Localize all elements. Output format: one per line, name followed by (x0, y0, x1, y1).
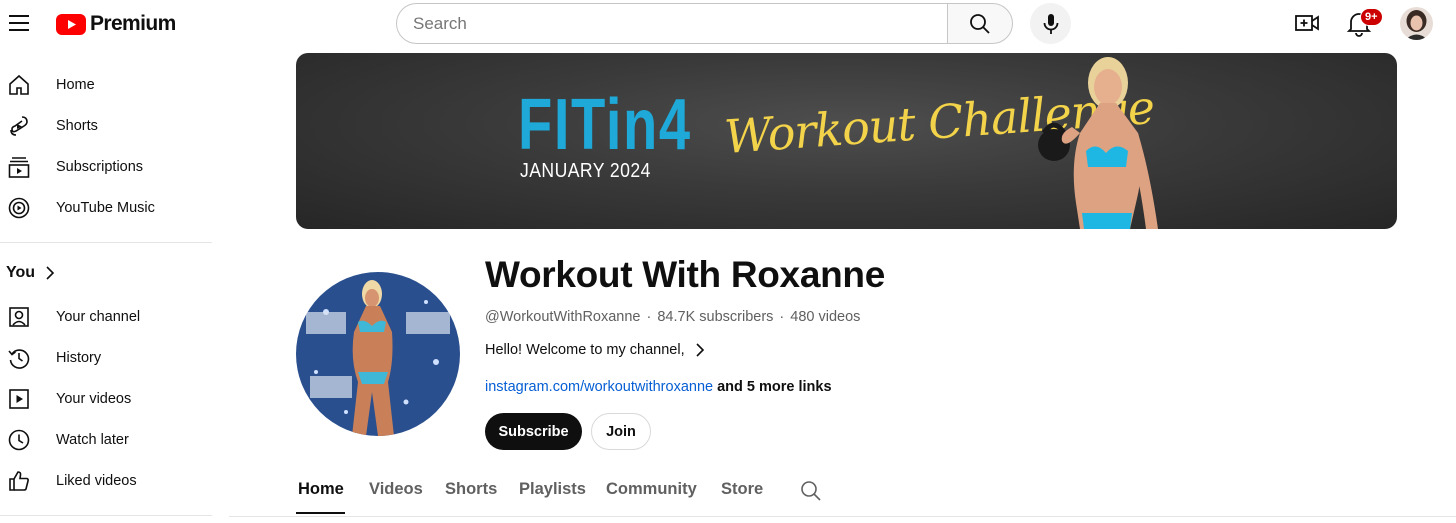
youtube-premium-logo[interactable]: Premium (56, 12, 176, 36)
tab-store[interactable]: Store (721, 480, 763, 499)
microphone-icon (1043, 13, 1058, 34)
create-video-icon[interactable] (1294, 10, 1320, 36)
youtube-music-icon (8, 197, 30, 219)
tab-shorts[interactable]: Shorts (445, 480, 497, 499)
sidebar-you-heading[interactable]: You (6, 264, 55, 282)
sidebar-item-label: Your channel (56, 309, 141, 325)
sidebar-item-history[interactable]: History (0, 338, 212, 378)
sidebar-item-liked-videos[interactable]: Liked videos (0, 461, 212, 501)
channel-description[interactable]: Hello! Welcome to my channel, (485, 342, 705, 358)
channel-search-icon[interactable] (800, 480, 822, 502)
history-icon (8, 349, 30, 369)
your-videos-icon (9, 389, 29, 409)
search-button[interactable] (947, 3, 1013, 44)
sidebar-item-subscriptions[interactable]: Subscriptions (0, 147, 212, 187)
subscriptions-icon (8, 157, 30, 178)
more-links-button[interactable]: and 5 more links (717, 379, 831, 395)
sidebar-item-your-channel[interactable]: Your channel (0, 297, 212, 337)
channel-avatar[interactable] (296, 272, 460, 436)
active-tab-indicator (296, 512, 345, 514)
sidebar-item-label: Your videos (56, 391, 132, 407)
voice-search-button[interactable] (1030, 3, 1071, 44)
tab-playlists[interactable]: Playlists (519, 480, 586, 499)
search-icon (970, 13, 990, 34)
your-channel-icon (9, 307, 29, 327)
channel-description-text: Hello! Welcome to my channel, (485, 342, 685, 358)
sidebar-item-label: Home (56, 77, 95, 93)
sidebar-item-youtube-music[interactable]: YouTube Music (0, 188, 212, 228)
meta-separator: · (779, 309, 785, 325)
channel-banner: FITin4 JANUARY 2024 Workout Challenge (296, 53, 1397, 229)
home-icon (9, 74, 29, 95)
channel-handle: @WorkoutWithRoxanne (485, 309, 641, 325)
sidebar-divider (0, 515, 212, 516)
tab-videos[interactable]: Videos (369, 480, 423, 499)
sidebar-item-your-videos[interactable]: Your videos (0, 379, 212, 419)
meta-separator: · (646, 309, 652, 325)
channel-title: Workout With Roxanne (485, 254, 885, 295)
tabs-divider (229, 516, 1456, 517)
sidebar-item-shorts[interactable]: Shorts (0, 106, 212, 146)
chevron-right-icon (46, 266, 55, 280)
sidebar-divider (0, 242, 212, 243)
search-input[interactable] (396, 3, 947, 44)
subscribe-button[interactable]: Subscribe (485, 413, 582, 450)
sidebar-item-home[interactable]: Home (0, 65, 212, 105)
video-count: 480 videos (790, 309, 861, 325)
channel-links: instagram.com/workoutwithroxanne and 5 m… (485, 379, 832, 395)
sidebar-item-label: YouTube Music (56, 200, 155, 216)
menu-icon[interactable] (8, 12, 30, 34)
sidebar-item-label: Shorts (56, 118, 98, 134)
sidebar-item-label: Subscriptions (56, 159, 144, 175)
liked-videos-icon (9, 471, 29, 491)
join-button[interactable]: Join (591, 413, 651, 450)
sidebar-item-label: Watch later (56, 432, 129, 448)
notifications-badge: 9+ (1360, 8, 1383, 26)
banner-date: JANUARY 2024 (520, 160, 651, 182)
banner-model-image (1038, 57, 1158, 229)
sidebar-item-label: Liked videos (56, 473, 137, 489)
instagram-link[interactable]: instagram.com/workoutwithroxanne (485, 379, 713, 395)
sidebar-item-label: History (56, 350, 102, 366)
channel-meta: @WorkoutWithRoxanne · 84.7K subscribers … (485, 309, 860, 325)
chevron-right-icon (696, 343, 704, 357)
youtube-play-logo-icon (56, 13, 86, 35)
banner-headline: FITin4 (518, 85, 692, 165)
logo-text: Premium (90, 12, 176, 35)
tab-home[interactable]: Home (298, 480, 344, 499)
shorts-icon (10, 116, 28, 136)
sidebar-item-watch-later[interactable]: Watch later (0, 420, 212, 460)
tab-community[interactable]: Community (606, 480, 697, 499)
you-heading-label: You (6, 264, 36, 281)
account-avatar[interactable] (1400, 7, 1433, 40)
search-bar (396, 3, 1013, 44)
subscriber-count: 84.7K subscribers (657, 309, 774, 325)
watch-later-icon (8, 429, 30, 451)
